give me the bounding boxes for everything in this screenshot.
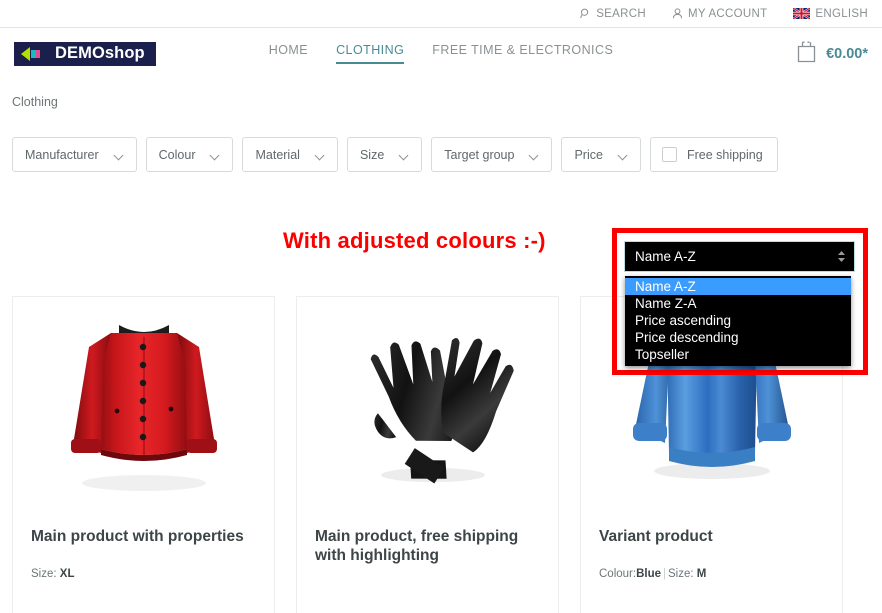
my-account-link[interactable]: MY ACCOUNT: [672, 8, 767, 20]
product-meta-label-2: Size:: [668, 568, 694, 581]
filter-price-label: Price: [574, 147, 603, 162]
filter-manufacturer[interactable]: Manufacturer: [12, 137, 137, 172]
logo-chevron-icon: [20, 46, 46, 62]
sort-option-topseller[interactable]: Topseller: [625, 346, 851, 363]
red-jacket-photo: [49, 303, 239, 504]
product-meta: [297, 566, 558, 588]
product-image-container: [13, 297, 274, 503]
stepper-arrows-icon: [837, 250, 846, 263]
product-meta: Colour:Blue | Size: M: [581, 546, 842, 580]
filter-size[interactable]: Size: [346, 137, 423, 172]
product-card[interactable]: Main product with properties Size: XL: [12, 296, 275, 613]
search-icon: [580, 8, 591, 19]
filter-target-group[interactable]: Target group: [431, 137, 553, 172]
chevron-down-icon: [400, 152, 409, 158]
cart-amount: €0.00*: [826, 45, 868, 62]
product-title: Main product with properties: [31, 528, 244, 545]
sort-option-name-za[interactable]: Name Z-A: [625, 295, 851, 312]
product-meta-value: Blue: [636, 568, 661, 581]
my-account-label: MY ACCOUNT: [687, 7, 768, 20]
sort-select[interactable]: Name A-Z: [624, 241, 855, 272]
sort-option-price-ascending[interactable]: Price ascending: [625, 312, 851, 329]
sort-option-name-az[interactable]: Name A-Z: [625, 278, 851, 295]
chevron-down-icon: [619, 152, 628, 158]
filter-free-shipping[interactable]: Free shipping: [649, 137, 778, 172]
filter-bar: Manufacturer Colour Material Size Target…: [0, 109, 882, 172]
search-label: SEARCH: [596, 7, 646, 20]
black-gloves-photo: [333, 303, 523, 504]
logo-text: DEMOshop: [55, 44, 145, 63]
free-shipping-label: Free shipping: [686, 147, 763, 162]
sort-option-list: Name A-Z Name Z-A Price ascending Price …: [625, 276, 851, 366]
product-meta-value-2: M: [696, 568, 707, 581]
site-header: DEMOshop HOME CLOTHING FREE TIME & ELECT…: [0, 28, 882, 79]
filter-target-group-label: Target group: [444, 147, 515, 162]
shopping-bag-icon: [796, 40, 817, 68]
chevron-down-icon: [530, 152, 539, 158]
product-card[interactable]: Main product, free shipping with highlig…: [296, 296, 559, 613]
uk-flag-icon: [793, 8, 811, 19]
search-link[interactable]: SEARCH: [580, 8, 646, 20]
product-meta: Size: XL: [13, 546, 274, 580]
sort-option-price-descending[interactable]: Price descending: [625, 329, 851, 346]
filter-colour[interactable]: Colour: [145, 137, 234, 172]
language-label: ENGLISH: [815, 7, 868, 20]
nav-item-clothing[interactable]: CLOTHING: [336, 43, 405, 64]
product-image-container: [297, 297, 558, 503]
sort-dropdown-highlight: Name A-Z Name A-Z Name Z-A Price ascendi…: [612, 228, 868, 375]
annotation-text: With adjusted colours :-): [283, 228, 546, 253]
breadcrumb: Clothing: [0, 79, 882, 109]
breadcrumb-item-clothing[interactable]: Clothing: [12, 95, 58, 109]
chevron-down-icon: [211, 152, 220, 158]
sort-select-value: Name A-Z: [635, 249, 696, 264]
filter-material[interactable]: Material: [242, 137, 338, 172]
product-meta-label: Colour:: [599, 568, 637, 581]
free-shipping-checkbox[interactable]: [661, 147, 677, 162]
product-title: Variant product: [599, 528, 713, 545]
account-icon: [672, 8, 683, 19]
product-meta-label: Size:: [31, 568, 57, 581]
chevron-down-icon: [316, 152, 325, 158]
filter-price[interactable]: Price: [561, 137, 641, 172]
filter-colour-label: Colour: [158, 147, 196, 162]
product-meta-value: XL: [59, 568, 75, 581]
site-logo[interactable]: DEMOshop: [14, 41, 156, 66]
cart-button[interactable]: €0.00*: [796, 40, 868, 68]
product-title: Main product, free shipping with highlig…: [315, 528, 519, 565]
chevron-down-icon: [115, 152, 124, 158]
nav-item-home[interactable]: HOME: [269, 43, 308, 64]
filter-manufacturer-label: Manufacturer: [25, 147, 99, 162]
nav-item-free-time-electronics[interactable]: FREE TIME & ELECTRONICS: [432, 43, 613, 64]
top-utility-bar: SEARCH MY ACCOUNT ENGLISH: [0, 0, 882, 28]
language-link[interactable]: ENGLISH: [793, 8, 868, 20]
meta-separator: |: [663, 568, 666, 581]
filter-size-label: Size: [359, 147, 385, 162]
filter-material-label: Material: [255, 147, 300, 162]
